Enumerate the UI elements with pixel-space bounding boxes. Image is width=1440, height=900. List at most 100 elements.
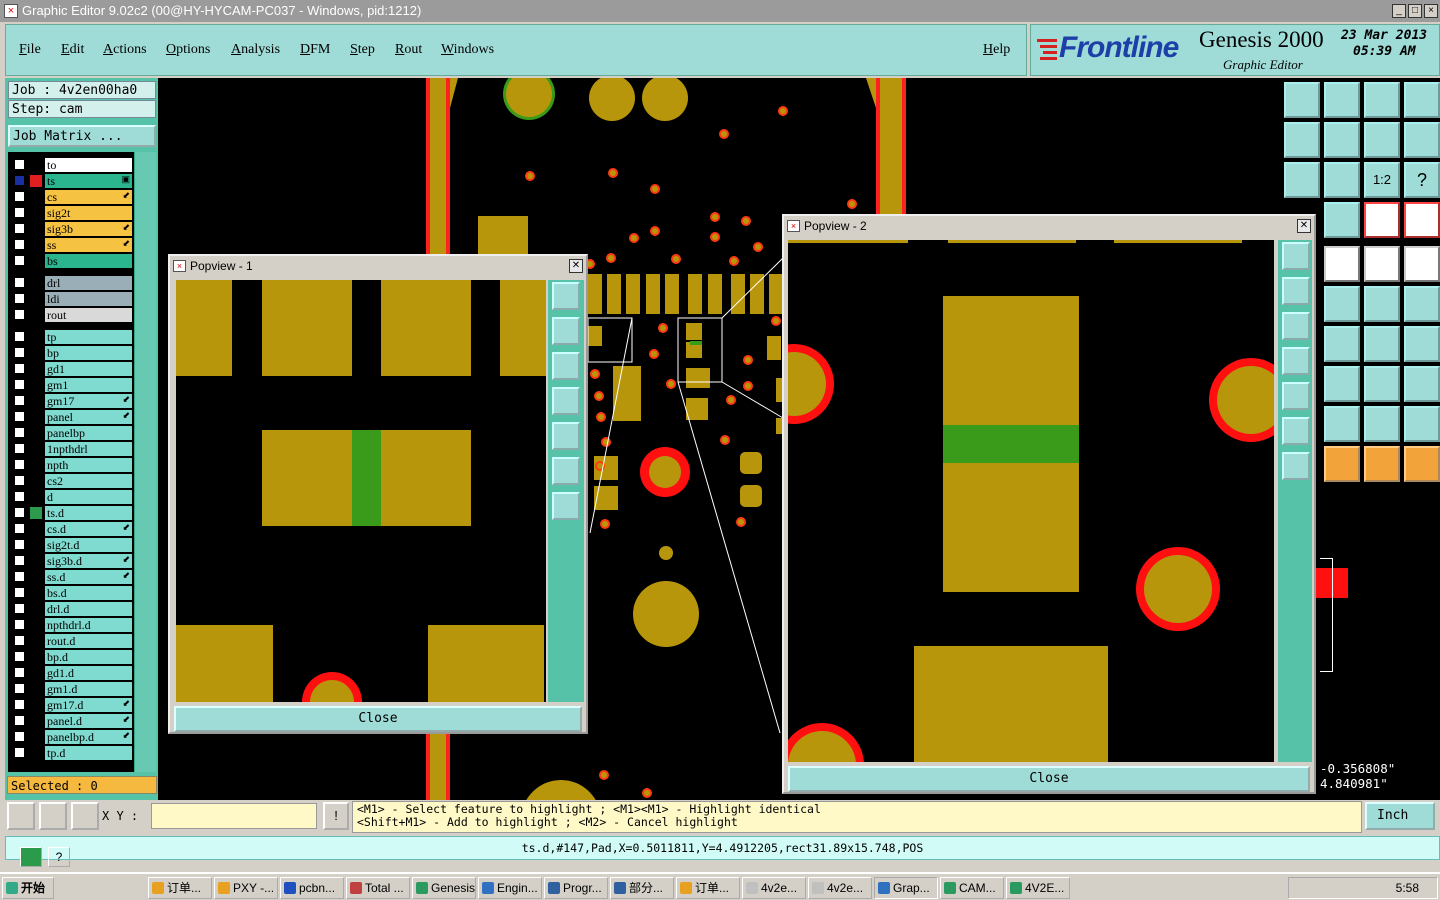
layer-row-gd1-d[interactable]: gd1.d — [12, 666, 132, 680]
layer-checkbox[interactable] — [14, 603, 25, 614]
layer-name[interactable]: sig2t — [45, 206, 132, 220]
menu-options[interactable]: Options — [166, 42, 210, 58]
taskbar-item[interactable]: CAM... — [940, 877, 1004, 899]
layer-row-gm17-d[interactable]: gm17.d ⬋ — [12, 698, 132, 712]
pv2-zoom-area-icon[interactable] — [1282, 242, 1310, 270]
layer-row-panelbp[interactable]: panelbp — [12, 426, 132, 440]
units-selector[interactable]: Inch — [1365, 802, 1435, 830]
menu-windows[interactable]: Windows — [441, 42, 494, 58]
select-step-icon[interactable] — [1404, 446, 1440, 482]
layer-checkbox[interactable] — [14, 683, 25, 694]
undo-view-icon[interactable] — [1364, 122, 1400, 158]
layer-row-ts-d[interactable]: ts.d — [12, 506, 132, 520]
draw-mode-icon[interactable] — [7, 802, 35, 830]
layer-checkbox[interactable] — [14, 331, 25, 342]
slash-line-icon[interactable] — [1324, 326, 1360, 362]
layer-row-cs[interactable]: cs ⬋ — [12, 190, 132, 204]
layer-compare-icon[interactable] — [1364, 202, 1400, 238]
layer-checkbox[interactable] — [14, 731, 25, 742]
layer-name[interactable]: gm17 — [45, 394, 132, 408]
layer-name[interactable]: drl — [45, 276, 132, 290]
layer-row-bs-d[interactable]: bs.d — [12, 586, 132, 600]
layer-row-cs2[interactable]: cs2 — [12, 474, 132, 488]
pan-left-icon[interactable] — [1284, 122, 1320, 158]
help-query-icon[interactable]: ? — [1404, 162, 1440, 198]
zoom-fit-icon[interactable] — [1284, 162, 1320, 198]
layer-checkbox[interactable] — [14, 715, 25, 726]
menu-analysis[interactable]: Analysis — [231, 42, 280, 58]
layer-name[interactable]: npthdrl.d — [45, 618, 132, 632]
layer-checkbox[interactable] — [14, 667, 25, 678]
layer-name[interactable]: cs2 — [45, 474, 132, 488]
layer-row-1npthdrl[interactable]: 1npthdrl — [12, 442, 132, 456]
measure-width-icon[interactable] — [1364, 366, 1400, 402]
layer-name[interactable]: panelbp — [45, 426, 132, 440]
menu-step[interactable]: Step — [350, 42, 375, 58]
layer-row-bp[interactable]: bp — [12, 346, 132, 360]
layer-checkbox[interactable] — [14, 223, 25, 234]
layer-checkbox[interactable] — [14, 395, 25, 406]
menu-rout[interactable]: Rout — [395, 42, 422, 58]
pv2-pan-up-icon[interactable] — [1282, 277, 1310, 305]
layer-name[interactable]: rout.d — [45, 634, 132, 648]
layer-name[interactable]: to — [45, 158, 132, 172]
pv2-zoom-in-icon[interactable] — [1282, 452, 1310, 480]
layer-name[interactable]: ts.d — [45, 506, 132, 520]
layer-checkbox[interactable] — [14, 587, 25, 598]
layer-checkbox[interactable] — [14, 277, 25, 288]
layer-checkbox[interactable] — [14, 699, 25, 710]
pv1-pan-down-icon[interactable] — [552, 352, 580, 380]
taskbar-item[interactable]: PXY -... — [214, 877, 278, 899]
grid-icon[interactable] — [1324, 202, 1360, 238]
measure-f-icon[interactable] — [1404, 326, 1440, 362]
taskbar-item[interactable]: Engin... — [478, 877, 542, 899]
start-button[interactable]: 开始 — [2, 877, 54, 899]
taskbar-item[interactable]: Progr... — [544, 877, 608, 899]
layer-name[interactable]: ss — [45, 238, 132, 252]
layer-checkbox[interactable] — [14, 427, 25, 438]
layer-row-tp-d[interactable]: tp.d — [12, 746, 132, 760]
layer-checkbox[interactable] — [14, 571, 25, 582]
taskbar-item[interactable]: 4V2E... — [1006, 877, 1070, 899]
taskbar-item[interactable]: Total ... — [346, 877, 410, 899]
layer-row-gd1[interactable]: gd1 — [12, 362, 132, 376]
menu-file[interactable]: File — [19, 42, 41, 58]
layer-row-panelbp-d[interactable]: panelbp.d ⬋ — [12, 730, 132, 744]
popview-1-close-icon[interactable]: ✕ — [569, 259, 583, 273]
layer-row-ts[interactable]: ts ▣ — [12, 174, 132, 188]
layer-row-d[interactable]: d — [12, 490, 132, 504]
layer-checkbox[interactable] — [14, 207, 25, 218]
taskbar-item[interactable]: Genesis — [412, 877, 476, 899]
layer-name[interactable]: sig3b.d — [45, 554, 132, 568]
layer-row-gm1-d[interactable]: gm1.d — [12, 682, 132, 696]
window-titlebar[interactable]: × Graphic Editor 9.02c2 (00@HY-HYCAM-PC0… — [0, 0, 1440, 22]
layer-row-sig2t-d[interactable]: sig2t.d — [12, 538, 132, 552]
zoom-center-icon[interactable] — [1324, 162, 1360, 198]
layer-compare2-icon[interactable] — [1404, 202, 1440, 238]
layer-checkbox[interactable] — [14, 539, 25, 550]
popview-2-close-button[interactable]: Close — [788, 766, 1310, 792]
pan-right-icon[interactable] — [1324, 122, 1360, 158]
layer-name[interactable]: panel.d — [45, 714, 132, 728]
layer-name[interactable]: cs.d — [45, 522, 132, 536]
taskbar-item[interactable]: pcbn... — [280, 877, 344, 899]
horizontal-line-icon[interactable] — [1324, 366, 1360, 402]
snap-icon[interactable] — [1404, 122, 1440, 158]
draw-shape-icon[interactable] — [1324, 246, 1360, 282]
layer-row-cs-d[interactable]: cs.d ⬋ — [12, 522, 132, 536]
layer-name[interactable]: gm1.d — [45, 682, 132, 696]
close-window-button[interactable]: × — [1424, 4, 1438, 18]
pv1-pan-right-icon[interactable] — [552, 422, 580, 450]
layer-checkbox[interactable] — [14, 309, 25, 320]
layer-name[interactable]: npth — [45, 458, 132, 472]
menu-actions[interactable]: Actions — [103, 42, 147, 58]
layer-name[interactable]: rout — [45, 308, 132, 322]
taskbar-item[interactable]: 4v2e... — [808, 877, 872, 899]
layer-row-sig3b-d[interactable]: sig3b.d ⬋ — [12, 554, 132, 568]
layer-name[interactable]: 1npthdrl — [45, 442, 132, 456]
layer-name[interactable]: gd1.d — [45, 666, 132, 680]
layer-name[interactable]: drl.d — [45, 602, 132, 616]
menu-dfm[interactable]: DFM — [300, 42, 330, 58]
line-point2-icon[interactable] — [1404, 286, 1440, 322]
taskbar-item[interactable]: 订单... — [676, 877, 740, 899]
